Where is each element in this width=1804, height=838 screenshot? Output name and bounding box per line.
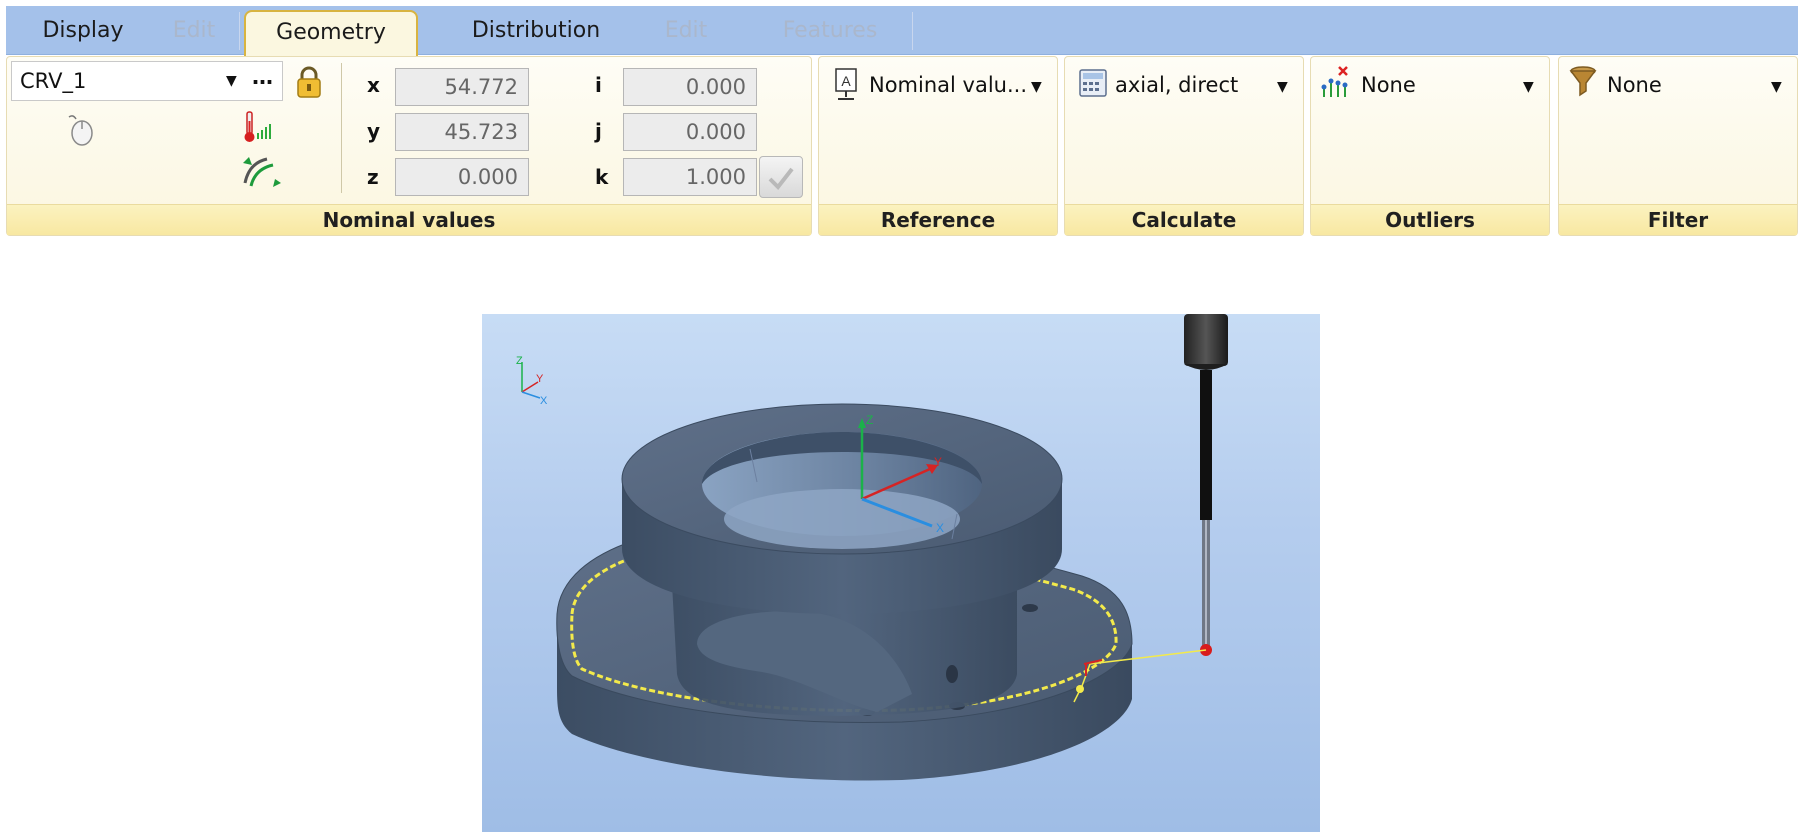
tab-separator xyxy=(912,12,913,50)
more-button[interactable]: … xyxy=(252,58,273,96)
chevron-down-icon[interactable]: ▼ xyxy=(1523,79,1534,95)
tab-features: Features xyxy=(782,18,878,43)
tab-geometry[interactable]: Geometry xyxy=(244,10,418,56)
group-nominal-values: CRV_1 ▼ … x y z 54.772 45.723 0.000 i j … xyxy=(6,56,812,236)
outliers-dropdown[interactable]: None xyxy=(1361,73,1416,97)
element-name: CRV_1 xyxy=(20,69,87,93)
viewport-scene: Z Y X Z Y X xyxy=(516,314,1228,781)
i-value-field[interactable]: 0.000 xyxy=(623,68,757,106)
chevron-down-icon[interactable]: ▼ xyxy=(1031,79,1042,95)
probe xyxy=(1184,314,1228,656)
outliers-icon xyxy=(1319,63,1353,105)
divider xyxy=(341,63,342,193)
tab-distribution[interactable]: Distribution xyxy=(436,6,636,54)
i-label: i xyxy=(595,73,602,97)
part-axis-x-label: X xyxy=(936,521,944,535)
part-axis-y-label: Y xyxy=(934,455,942,469)
check-icon[interactable] xyxy=(759,156,803,198)
y-value-field[interactable]: 45.723 xyxy=(395,113,529,151)
calculator-icon xyxy=(1079,69,1107,101)
x-value-field[interactable]: 54.772 xyxy=(395,68,529,106)
triad-z-label: Z xyxy=(516,355,523,367)
ribbon-tab-bar: Display Edit Geometry Distribution Edit … xyxy=(6,6,1798,56)
hole xyxy=(946,665,958,683)
group-filter: None ▼ Filter xyxy=(1558,56,1798,236)
element-selector[interactable]: CRV_1 ▼ … xyxy=(11,61,283,101)
tab-edit: Edit xyxy=(172,18,216,43)
triad-x-label: X xyxy=(540,395,548,407)
chevron-down-icon[interactable]: ▼ xyxy=(1771,79,1782,95)
view-triad-icon: Z Y X xyxy=(516,355,548,407)
j-value-field[interactable]: 0.000 xyxy=(623,113,757,151)
group-label-nominal-values: Nominal values xyxy=(7,204,811,235)
z-value-field[interactable]: 0.000 xyxy=(395,158,529,196)
y-label: y xyxy=(367,119,381,143)
svg-text:A: A xyxy=(841,73,851,89)
k-value-field[interactable]: 1.000 xyxy=(623,158,757,196)
reference-dropdown[interactable]: Nominal valu... xyxy=(869,73,1027,97)
group-label-filter: Filter xyxy=(1559,204,1797,235)
chevron-down-icon[interactable]: ▼ xyxy=(226,62,237,100)
funnel-icon xyxy=(1569,65,1597,103)
tab-separator xyxy=(239,12,240,50)
tab-edit-2: Edit xyxy=(664,18,708,43)
x-label: x xyxy=(367,73,380,97)
thermometer-icon[interactable] xyxy=(241,109,279,149)
filter-dropdown[interactable]: None xyxy=(1607,73,1662,97)
calculate-dropdown[interactable]: axial, direct xyxy=(1115,73,1238,97)
group-label-reference: Reference xyxy=(819,204,1057,235)
reference-icon: A xyxy=(833,67,859,105)
hole xyxy=(1022,604,1038,612)
part-ring xyxy=(621,403,1063,614)
group-outliers: None ▼ Outliers xyxy=(1310,56,1550,236)
group-calculate: axial, direct ▼ Calculate xyxy=(1064,56,1304,236)
part-axis-z-label: Z xyxy=(866,413,873,427)
group-reference: A Nominal valu... ▼ Reference xyxy=(818,56,1058,236)
scan-start-point xyxy=(1076,685,1084,693)
group-label-outliers: Outliers xyxy=(1311,204,1549,235)
tab-display[interactable]: Display xyxy=(20,6,146,54)
k-label: k xyxy=(595,165,609,189)
triad-y-label: Y xyxy=(536,373,544,385)
chevron-down-icon[interactable]: ▼ xyxy=(1277,79,1288,95)
mouse-icon[interactable] xyxy=(65,113,95,151)
group-label-calculate: Calculate xyxy=(1065,204,1303,235)
3d-viewport[interactable]: Z Y X Z Y X xyxy=(482,314,1320,832)
ribbon: CRV_1 ▼ … x y z 54.772 45.723 0.000 i j … xyxy=(6,56,1798,238)
j-label: j xyxy=(595,119,602,143)
lock-icon[interactable] xyxy=(295,65,323,103)
z-label: z xyxy=(367,165,379,189)
curve-icon[interactable] xyxy=(241,153,281,193)
